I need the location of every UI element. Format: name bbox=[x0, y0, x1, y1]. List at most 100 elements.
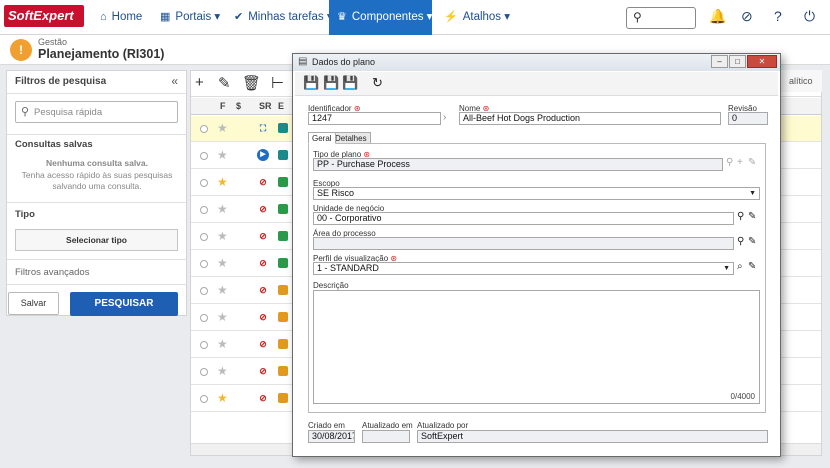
top-bar: SoftExpert ⌂ Home ▦ Portais ▾ ✔ Minhas tare… bbox=[0, 0, 830, 35]
row-radio[interactable] bbox=[200, 314, 208, 322]
column-f[interactable]: F bbox=[220, 101, 226, 111]
row-radio[interactable] bbox=[200, 260, 208, 268]
power-icon[interactable]: ⏻ bbox=[804, 8, 815, 25]
row-radio[interactable] bbox=[200, 152, 208, 160]
description-label: Descrição bbox=[313, 281, 349, 290]
scope-select[interactable]: SE Risco bbox=[313, 187, 760, 200]
save-button[interactable]: Salvar bbox=[8, 292, 59, 315]
nav-tasks[interactable]: ✔Minhas tarefas ▾ bbox=[226, 0, 341, 35]
business-unit-field[interactable]: 00 - Corporativo bbox=[313, 212, 734, 225]
status-icon: ⊘ bbox=[259, 258, 267, 268]
row-radio[interactable] bbox=[200, 125, 208, 133]
column-sr[interactable]: SR bbox=[259, 101, 272, 111]
row-radio[interactable] bbox=[200, 368, 208, 376]
nav-components[interactable]: ♛ Componentes ▾ bbox=[329, 0, 432, 35]
collapse-icon[interactable]: « bbox=[171, 74, 178, 88]
bell-icon[interactable]: 🔔 bbox=[709, 8, 726, 25]
add-icon: + bbox=[737, 157, 743, 168]
favorite-star-icon[interactable]: ★ bbox=[217, 283, 228, 297]
save-new-icon[interactable]: 💾 bbox=[323, 75, 339, 91]
nav-home[interactable]: ⌂ Home bbox=[92, 0, 150, 35]
clear-icon: ✎ bbox=[748, 157, 757, 168]
maximize-button[interactable]: □ bbox=[729, 55, 746, 68]
add-icon[interactable]: + bbox=[195, 74, 204, 91]
nav-portals[interactable]: ▦ Portais ▾ bbox=[152, 0, 228, 35]
favorite-star-icon[interactable]: ★ bbox=[217, 337, 228, 351]
advanced-filters-toggle[interactable]: Filtros avançados bbox=[15, 267, 89, 278]
minimize-button[interactable]: – bbox=[711, 55, 728, 68]
alert-icon[interactable]: ⊘ bbox=[741, 8, 753, 25]
row-radio[interactable] bbox=[200, 179, 208, 187]
favorite-star-icon[interactable]: ★ bbox=[217, 229, 228, 243]
dialog-title: Dados do plano bbox=[312, 57, 376, 67]
description-textarea[interactable]: 0/4000 bbox=[313, 290, 760, 404]
breadcrumb-parent[interactable]: Gestão bbox=[38, 37, 67, 47]
type-badge bbox=[278, 285, 288, 295]
clear-icon[interactable]: ✎ bbox=[748, 236, 756, 247]
grid-icon: ▦ bbox=[160, 11, 171, 23]
quick-search-input[interactable]: ⚲ Pesquisa rápida bbox=[15, 101, 178, 123]
search-icon: ⚲ bbox=[633, 10, 642, 24]
row-radio[interactable] bbox=[200, 341, 208, 349]
home-icon: ⌂ bbox=[100, 11, 107, 23]
tab-analytic[interactable]: alítico bbox=[780, 70, 822, 92]
identifier-field[interactable]: 1247 bbox=[308, 112, 441, 125]
dialog-toolbar: 💾 💾 💾 ↻ bbox=[295, 72, 778, 96]
name-field[interactable]: All-Beef Hot Dogs Production bbox=[459, 112, 721, 125]
delete-icon[interactable]: 🗑 bbox=[242, 74, 261, 92]
softexpert-logo[interactable]: SoftExpert bbox=[4, 5, 84, 27]
search-icon[interactable]: ⚲ bbox=[737, 236, 744, 247]
favorite-star-icon[interactable]: ★ bbox=[217, 391, 228, 405]
clear-icon[interactable]: ✎ bbox=[748, 261, 756, 272]
process-area-field[interactable] bbox=[313, 237, 734, 250]
binoculars-icon[interactable]: ⌕ bbox=[737, 261, 743, 272]
save-close-icon[interactable]: 💾 bbox=[342, 75, 358, 91]
favorite-star-icon[interactable]: ★ bbox=[217, 121, 228, 135]
nav-shortcuts[interactable]: ⚡ Atalhos ▾ bbox=[436, 0, 518, 35]
search-icon[interactable]: ⚲ bbox=[737, 211, 744, 222]
column-s[interactable]: $ bbox=[236, 101, 241, 111]
favorite-star-icon[interactable]: ★ bbox=[217, 364, 228, 378]
divider bbox=[7, 134, 186, 135]
search-icon: ⚲ bbox=[726, 157, 734, 168]
favorite-star-icon[interactable]: ★ bbox=[217, 175, 228, 189]
refresh-icon[interactable]: ↻ bbox=[372, 75, 383, 91]
status-icon: ⛶ bbox=[259, 123, 267, 133]
row-radio[interactable] bbox=[200, 287, 208, 295]
hierarchy-icon[interactable]: ⊢ bbox=[271, 74, 284, 92]
help-icon[interactable]: ? bbox=[774, 8, 782, 24]
type-badge bbox=[278, 177, 288, 187]
save-icon[interactable]: 💾 bbox=[303, 75, 319, 91]
status-icon: ⊘ bbox=[259, 204, 267, 214]
dialog-titlebar: ▤ Dados do plano – □ ✕ bbox=[293, 54, 780, 71]
clear-icon[interactable]: ✎ bbox=[748, 211, 756, 222]
column-e[interactable]: E bbox=[278, 101, 284, 111]
divider bbox=[7, 202, 186, 203]
status-icon: ⊘ bbox=[259, 177, 267, 187]
close-button[interactable]: ✕ bbox=[747, 55, 777, 68]
favorite-star-icon[interactable]: ★ bbox=[217, 202, 228, 216]
edit-icon[interactable]: ✎ bbox=[218, 74, 231, 92]
type-badge bbox=[278, 339, 288, 349]
updated-by-label: Atualizado por bbox=[417, 421, 469, 430]
view-profile-select[interactable]: 1 - STANDARD bbox=[313, 262, 734, 275]
type-badge bbox=[278, 393, 288, 403]
filter-panel-title: Filtros de pesquisa bbox=[15, 76, 107, 87]
divider bbox=[7, 93, 186, 94]
favorite-star-icon[interactable]: ★ bbox=[217, 148, 228, 162]
row-radio[interactable] bbox=[200, 395, 208, 403]
type-badge bbox=[278, 123, 288, 133]
tab-general[interactable]: Geral bbox=[308, 132, 336, 144]
revision-field: 0 bbox=[728, 112, 768, 125]
updated-label: Atualizado em bbox=[362, 421, 413, 430]
row-radio[interactable] bbox=[200, 233, 208, 241]
search-icon: ⚲ bbox=[21, 106, 30, 118]
select-type-button[interactable]: Selecionar tipo bbox=[15, 229, 178, 251]
global-search[interactable]: ⚲ bbox=[626, 7, 696, 29]
favorite-star-icon[interactable]: ★ bbox=[217, 310, 228, 324]
check-icon: ✔ bbox=[234, 11, 244, 23]
favorite-star-icon[interactable]: ★ bbox=[217, 256, 228, 270]
row-radio[interactable] bbox=[200, 206, 208, 214]
divider bbox=[7, 284, 186, 285]
search-button[interactable]: PESQUISAR bbox=[70, 292, 178, 316]
